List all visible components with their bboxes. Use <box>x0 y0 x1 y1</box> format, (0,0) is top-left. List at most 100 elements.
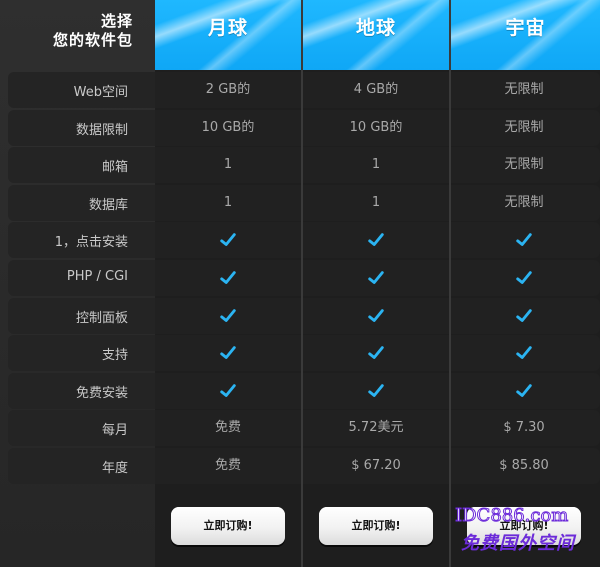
cell-value: 5.72美元 <box>348 420 404 435</box>
table-cell: 1 <box>155 147 301 183</box>
row-label-text: 年度 <box>101 461 128 476</box>
plan-header-universe: 宇宙 <box>451 0 600 70</box>
table-row: 1，点击安装 <box>8 222 600 258</box>
table-cell <box>155 222 301 258</box>
row-label: 数据限制 <box>8 110 155 146</box>
row-label: PHP / CGI <box>8 260 155 296</box>
table-cell: 4 GB的 <box>303 72 449 108</box>
table-cell <box>303 373 449 409</box>
table-cell <box>451 222 597 258</box>
table-cell <box>451 373 597 409</box>
table-row: 数据库 1 1 无限制 <box>8 185 600 221</box>
table-cell <box>303 260 449 296</box>
table-cell: 无限制 <box>451 72 597 108</box>
table-cell: 无限制 <box>451 147 597 183</box>
table-cell <box>303 335 449 371</box>
cell-value: 1 <box>223 157 233 172</box>
cell-value: 免费 <box>214 420 241 435</box>
row-label-text: 数据库 <box>88 198 128 213</box>
table-cell <box>155 298 301 334</box>
cell-value: 10 GB的 <box>201 120 255 135</box>
cell-value: 4 GB的 <box>353 82 399 97</box>
column-divider <box>301 0 303 567</box>
check-icon <box>368 232 384 246</box>
table-cell: 1 <box>155 185 301 221</box>
cell-value: $ 85.80 <box>499 458 549 473</box>
table-cell: $ 85.80 <box>451 448 597 484</box>
table-cell <box>303 222 449 258</box>
row-label-text: PHP / CGI <box>66 269 128 284</box>
title-line-1: 选择 <box>100 12 133 30</box>
plan-header-earth: 地球 <box>303 0 449 70</box>
table-cell: 免费 <box>155 410 301 446</box>
watermark-line-2: 免费国外空间 <box>461 533 575 554</box>
pricing-table: 选择 您的软件包 月球 地球 宇宙 Web空间 2 GB的 4 GB的 无限制 数据限制… <box>0 0 600 567</box>
table-row: 每月 免费 5.72美元 $ 7.30 <box>8 410 600 446</box>
cell-value: 无限制 <box>504 157 544 172</box>
plan-name: 地球 <box>355 17 396 39</box>
check-icon <box>220 270 236 284</box>
column-divider <box>449 0 451 567</box>
row-label-text: 1，点击安装 <box>54 235 128 250</box>
check-icon <box>516 270 532 284</box>
table-cell: $ 67.20 <box>303 448 449 484</box>
table-row: 支持 <box>8 335 600 371</box>
table-cell: 5.72美元 <box>303 410 449 446</box>
cell-value: 无限制 <box>504 120 544 135</box>
row-label: 1，点击安装 <box>8 222 155 258</box>
cell-value: 无限制 <box>504 82 544 97</box>
table-row: 控制面板 <box>8 298 600 334</box>
cell-value: $ 7.30 <box>503 420 545 435</box>
table-row: 年度 免费 $ 67.20 $ 85.80 <box>8 448 600 484</box>
table-cell: 10 GB的 <box>155 110 301 146</box>
check-icon <box>516 232 532 246</box>
table-cell <box>155 373 301 409</box>
table-cell <box>303 298 449 334</box>
row-label-text: 每月 <box>101 423 128 438</box>
title-line-2: 您的软件包 <box>52 31 133 49</box>
row-label: 每月 <box>8 410 155 446</box>
table-cell <box>451 260 597 296</box>
table-cell: 免费 <box>155 448 301 484</box>
table-cell: 10 GB的 <box>303 110 449 146</box>
order-button-moon[interactable]: 立即订购! <box>171 507 285 545</box>
table-cell <box>155 335 301 371</box>
check-icon <box>516 383 532 397</box>
table-header-title: 选择 您的软件包 <box>0 0 155 70</box>
check-icon <box>368 345 384 359</box>
watermark: IDC886.com 免费国外空间 <box>454 505 597 557</box>
table-cell: 1 <box>303 185 449 221</box>
cell-value: 1 <box>371 195 381 210</box>
table-cell <box>155 260 301 296</box>
check-icon <box>368 308 384 322</box>
table-cell: 1 <box>303 147 449 183</box>
plan-name: 宇宙 <box>505 17 546 39</box>
check-icon <box>220 308 236 322</box>
cell-value: 1 <box>223 195 233 210</box>
table-row: PHP / CGI <box>8 260 600 296</box>
check-icon <box>516 345 532 359</box>
check-icon <box>220 383 236 397</box>
row-label: 数据库 <box>8 185 155 221</box>
check-icon <box>516 308 532 322</box>
table-row: Web空间 2 GB的 4 GB的 无限制 <box>8 72 600 108</box>
cell-value: 1 <box>371 157 381 172</box>
table-cell <box>451 298 597 334</box>
watermark-line-1: IDC886.com <box>454 505 569 527</box>
row-label: Web空间 <box>8 72 155 108</box>
table-row: 数据限制 10 GB的 10 GB的 无限制 <box>8 110 600 146</box>
check-icon <box>368 383 384 397</box>
cell-value: 2 GB的 <box>205 82 251 97</box>
row-label: 年度 <box>8 448 155 484</box>
order-button-earth[interactable]: 立即订购! <box>319 507 433 545</box>
row-label-text: 支持 <box>101 348 128 363</box>
cell-value: $ 67.20 <box>351 458 401 473</box>
plan-header-moon: 月球 <box>155 0 301 70</box>
row-label-text: Web空间 <box>73 85 128 100</box>
cell-value: 无限制 <box>504 195 544 210</box>
row-label-text: 邮箱 <box>101 160 128 175</box>
table-row: 邮箱 1 1 无限制 <box>8 147 600 183</box>
table-cell: 无限制 <box>451 185 597 221</box>
row-label: 支持 <box>8 335 155 371</box>
row-label: 邮箱 <box>8 147 155 183</box>
